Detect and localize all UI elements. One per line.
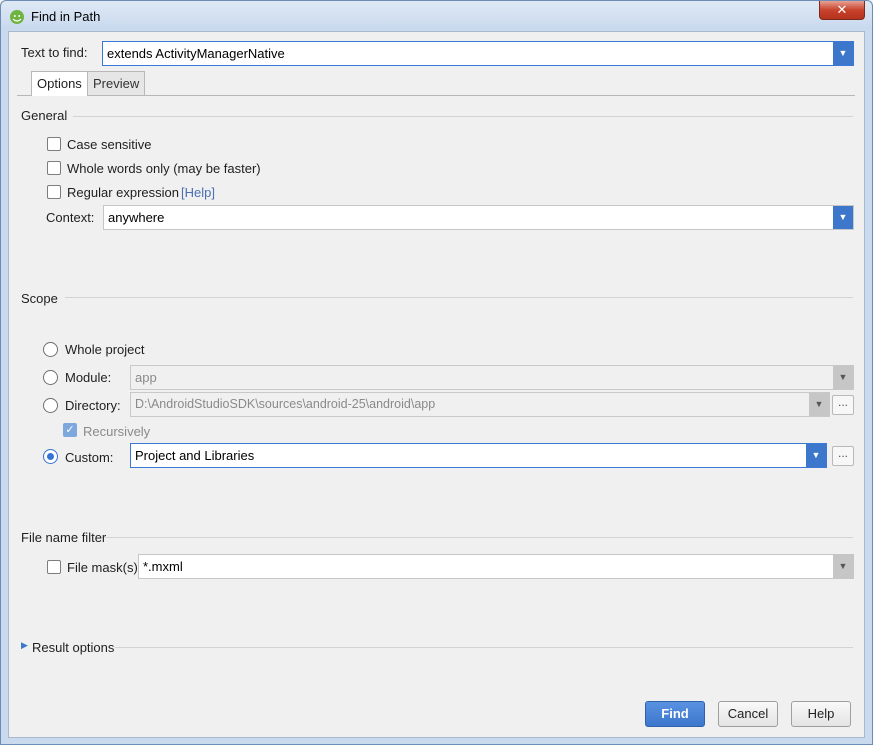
tab-preview-label: Preview [93, 76, 140, 91]
general-section-title: General [21, 108, 68, 123]
file-filter-divider [105, 537, 853, 538]
tab-divider [17, 95, 855, 96]
text-to-find-combo[interactable]: extends ActivityManagerNative ▼ [102, 41, 854, 66]
module-combo[interactable]: app ▼ [130, 365, 854, 390]
directory-label[interactable]: Directory: [65, 398, 121, 413]
chevron-down-icon[interactable]: ▼ [806, 444, 826, 467]
file-mask-combo[interactable]: *.mxml ▼ [138, 554, 854, 579]
scope-divider [65, 297, 853, 298]
module-value: app [135, 370, 157, 385]
close-icon: ✕ [836, 2, 848, 17]
directory-value: D:\AndroidStudioSDK\sources\android-25\a… [135, 397, 436, 411]
chevron-down-icon[interactable]: ▼ [833, 555, 853, 578]
cancel-button-label: Cancel [727, 706, 769, 721]
module-radio[interactable] [43, 370, 58, 385]
result-options-label[interactable]: Result options [32, 640, 114, 655]
whole-project-radio[interactable] [43, 342, 58, 357]
context-value: anywhere [108, 210, 165, 225]
tab-preview[interactable]: Preview [87, 71, 146, 95]
recursively-checkbox[interactable]: ✓ [63, 423, 77, 437]
regex-label[interactable]: Regular expression [67, 185, 179, 200]
recursively-label[interactable]: Recursively [83, 424, 150, 439]
result-options-divider [115, 647, 853, 648]
dialog-body: Text to find: extends ActivityManagerNat… [8, 31, 865, 738]
custom-scope-browse-button[interactable]: ... [832, 446, 854, 466]
chevron-down-icon[interactable]: ▼ [833, 42, 853, 65]
title-bar[interactable]: Find in Path ✕ [1, 1, 872, 31]
scope-section-title: Scope [21, 291, 58, 306]
chevron-down-icon[interactable]: ▼ [833, 206, 853, 229]
ellipsis-icon: ... [837, 446, 848, 460]
custom-scope-combo[interactable]: Project and Libraries ▼ [130, 443, 827, 468]
module-label[interactable]: Module: [65, 370, 111, 385]
chevron-down-icon[interactable]: ▼ [809, 393, 829, 416]
custom-scope-value: Project and Libraries [135, 448, 255, 463]
help-button-label: Help [807, 706, 835, 721]
expand-triangle-icon[interactable]: ▶ [21, 640, 28, 651]
whole-words-label[interactable]: Whole words only (may be faster) [67, 161, 261, 176]
window-title: Find in Path [31, 9, 101, 24]
context-label: Context: [46, 210, 95, 225]
whole-words-checkbox[interactable] [47, 161, 61, 175]
text-to-find-label: Text to find: [21, 45, 88, 60]
find-in-path-dialog: Find in Path ✕ Text to find: extends Act… [0, 0, 873, 745]
case-sensitive-label[interactable]: Case sensitive [67, 137, 152, 152]
custom-radio[interactable] [43, 449, 58, 464]
text-to-find-value: extends ActivityManagerNative [107, 46, 285, 61]
ellipsis-icon: ... [837, 395, 848, 409]
context-combo[interactable]: anywhere ▼ [103, 205, 854, 230]
cancel-button[interactable]: Cancel [718, 701, 778, 727]
file-mask-label[interactable]: File mask(s) [67, 560, 138, 575]
regex-help-link[interactable]: [Help] [181, 185, 215, 200]
file-mask-checkbox[interactable] [47, 560, 61, 574]
whole-project-label[interactable]: Whole project [65, 342, 144, 357]
android-studio-icon [10, 10, 24, 24]
file-filter-section-title: File name filter [21, 530, 107, 545]
general-divider [73, 116, 853, 117]
directory-browse-button[interactable]: ... [832, 395, 854, 415]
tab-options[interactable]: Options [31, 71, 88, 96]
help-button[interactable]: Help [791, 701, 851, 727]
case-sensitive-checkbox[interactable] [47, 137, 61, 151]
file-mask-value: *.mxml [143, 559, 183, 574]
directory-combo[interactable]: D:\AndroidStudioSDK\sources\android-25\a… [130, 392, 830, 417]
find-button-label: Find [661, 706, 689, 721]
directory-radio[interactable] [43, 398, 58, 413]
find-button[interactable]: Find [645, 701, 705, 727]
chevron-down-icon[interactable]: ▼ [833, 366, 853, 389]
custom-label[interactable]: Custom: [65, 450, 113, 465]
tab-options-label: Options [37, 76, 82, 91]
regex-checkbox[interactable] [47, 185, 61, 199]
close-button[interactable]: ✕ [819, 1, 865, 20]
